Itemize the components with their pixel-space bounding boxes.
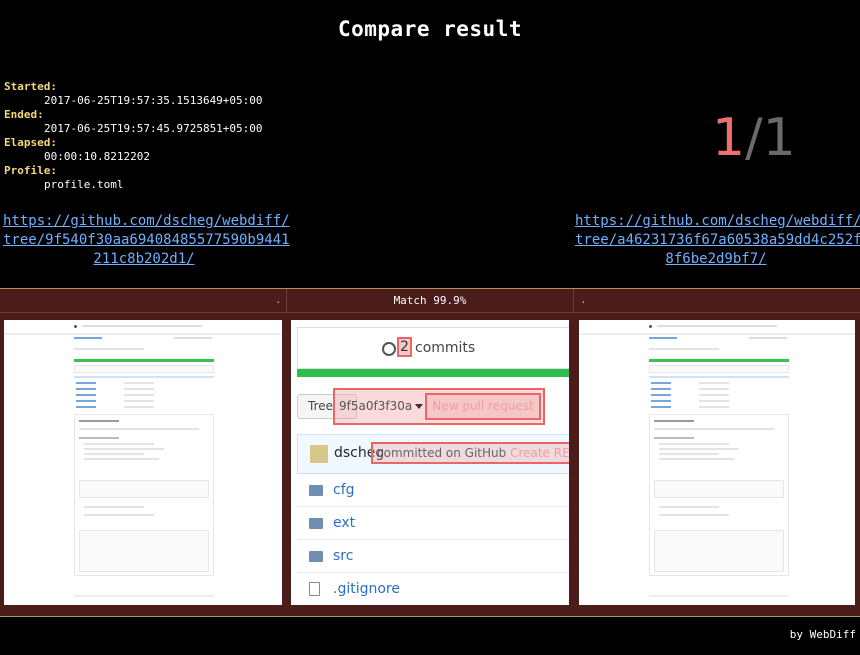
right-url-link[interactable]: https://github.com/dscheg/webdiff/ tree/… bbox=[575, 212, 860, 269]
file-row[interactable]: src bbox=[297, 540, 569, 573]
right-header: . bbox=[574, 289, 860, 313]
file-row[interactable]: ext bbox=[297, 507, 569, 540]
right-screenshot[interactable] bbox=[579, 320, 855, 605]
download-right-link[interactable]: . bbox=[580, 293, 587, 306]
elapsed-value: 00:00:10.8212202 bbox=[44, 150, 150, 163]
file-name[interactable]: ext bbox=[333, 515, 355, 531]
right-url-line: https://github.com/dscheg/webdiff/ bbox=[575, 213, 860, 229]
left-screenshot[interactable] bbox=[4, 320, 282, 605]
file-name[interactable]: cfg bbox=[333, 482, 355, 498]
profile-value: profile.toml bbox=[44, 178, 124, 191]
right-url-line: 8f6be2d9bf7/ bbox=[665, 251, 767, 267]
history-icon bbox=[382, 342, 396, 356]
new-pull-request-button[interactable]: New pull request bbox=[425, 393, 541, 420]
page-title: Compare result bbox=[337, 17, 522, 41]
ended-value: 2017-06-25T19:57:45.9725851+05:00 bbox=[44, 122, 263, 135]
started-label: Started: bbox=[4, 80, 57, 93]
started-value: 2017-06-25T19:57:35.1513649+05:00 bbox=[44, 94, 263, 107]
footer-credit: by WebDiff bbox=[789, 628, 856, 641]
match-score: Match 99.9% bbox=[393, 294, 467, 307]
diff-zoom-panel[interactable]: 2 commits Tree 9f5a0f3f30a New pull requ… bbox=[291, 320, 569, 605]
file-icon bbox=[309, 582, 320, 596]
elapsed-label: Elapsed: bbox=[4, 136, 57, 149]
folder-icon bbox=[309, 551, 323, 562]
counter-separator: / bbox=[745, 108, 763, 168]
match-header: Match 99.9% bbox=[286, 289, 574, 313]
counter-total: 1 bbox=[762, 108, 796, 168]
file-name[interactable]: .gitignore bbox=[333, 581, 400, 597]
branch-overlap-text: 9f5a0f3f30a bbox=[339, 399, 424, 413]
avatar bbox=[310, 445, 328, 463]
left-url-line: 211c8b202d1/ bbox=[93, 251, 195, 267]
diff-highlight-commit: committed on GitHub Create REA bbox=[371, 442, 569, 464]
commit-count: 2 bbox=[397, 337, 412, 357]
diff-highlight-branch: 9f5a0f3f30a New pull request bbox=[333, 388, 545, 425]
left-url-line: https://github.com/dscheg/webdiff/ bbox=[3, 213, 290, 229]
file-row[interactable]: .gitignore bbox=[297, 573, 569, 605]
download-left-link[interactable]: . bbox=[275, 293, 282, 306]
right-url-line: tree/a46231736f67a60538a59dd4c252f bbox=[575, 232, 860, 248]
caret-down-icon bbox=[415, 404, 424, 409]
file-row[interactable]: cfg bbox=[297, 474, 569, 507]
left-url-line: tree/9f540f30aa69408485577590b9441 bbox=[3, 232, 290, 248]
folder-icon bbox=[309, 485, 323, 496]
commit-overlap-text: committed on GitHub bbox=[377, 446, 507, 460]
profile-label: Profile: bbox=[4, 164, 57, 177]
commits-label: commits bbox=[415, 340, 476, 356]
counter-current: 1 bbox=[712, 108, 746, 168]
commit-message-tail: Create REA bbox=[510, 446, 569, 460]
ended-label: Ended: bbox=[4, 108, 44, 121]
left-url-link[interactable]: https://github.com/dscheg/webdiff/ tree/… bbox=[3, 212, 290, 269]
commits-summary[interactable]: 2 commits bbox=[297, 327, 569, 369]
folder-icon bbox=[309, 518, 323, 529]
file-name[interactable]: src bbox=[333, 548, 353, 564]
language-bar bbox=[297, 369, 569, 377]
left-header: . bbox=[0, 289, 286, 313]
right-page-thumbnail bbox=[579, 320, 855, 605]
result-counter: 1/1 bbox=[712, 108, 796, 168]
run-metadata: Started: 2017-06-25T19:57:35.1513649+05:… bbox=[4, 80, 263, 192]
left-page-thumbnail bbox=[4, 320, 282, 605]
